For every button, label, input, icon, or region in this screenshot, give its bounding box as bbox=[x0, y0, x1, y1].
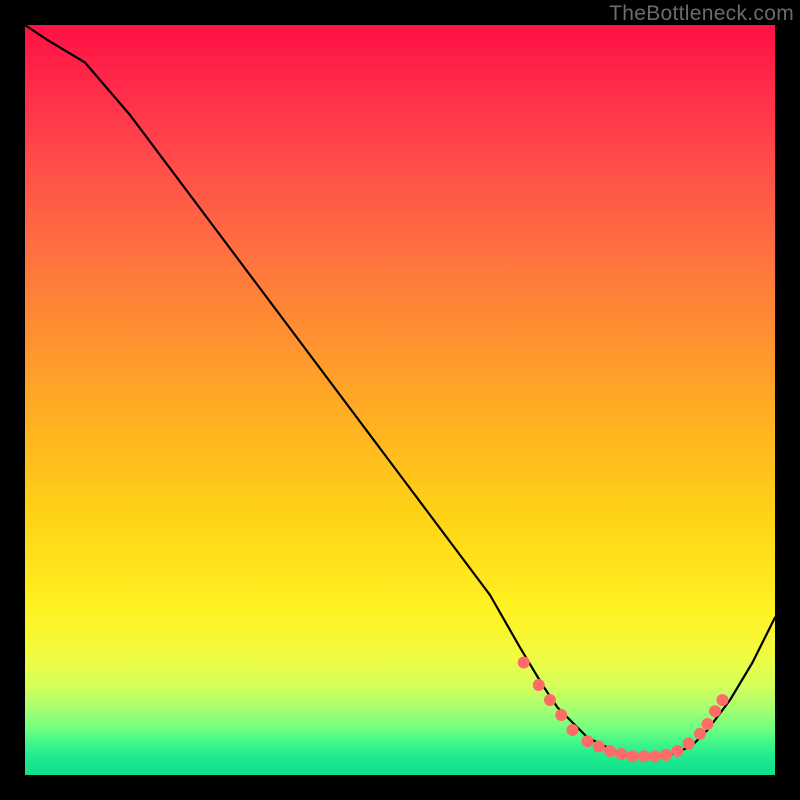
highlight-dot bbox=[567, 724, 579, 736]
curve-svg bbox=[25, 25, 775, 775]
highlight-dots-group bbox=[518, 657, 729, 763]
watermark-text: TheBottleneck.com bbox=[609, 2, 794, 26]
highlight-dot bbox=[717, 694, 729, 706]
highlight-dot bbox=[709, 705, 721, 717]
highlight-dot bbox=[593, 741, 605, 753]
highlight-dot bbox=[638, 750, 650, 762]
highlight-dot bbox=[649, 750, 661, 762]
highlight-dot bbox=[582, 735, 594, 747]
highlight-dot bbox=[660, 749, 672, 761]
highlight-dot bbox=[672, 745, 684, 757]
bottleneck-curve bbox=[25, 25, 775, 756]
highlight-dot bbox=[683, 738, 695, 750]
highlight-dot bbox=[555, 709, 567, 721]
highlight-dot bbox=[702, 718, 714, 730]
highlight-dot bbox=[694, 728, 706, 740]
highlight-dot bbox=[604, 745, 616, 757]
plot-area bbox=[25, 25, 775, 775]
highlight-dot bbox=[518, 657, 530, 669]
highlight-dot bbox=[544, 694, 556, 706]
highlight-dot bbox=[627, 750, 639, 762]
highlight-dot bbox=[533, 679, 545, 691]
chart-frame: TheBottleneck.com bbox=[0, 0, 800, 800]
highlight-dot bbox=[615, 748, 627, 760]
